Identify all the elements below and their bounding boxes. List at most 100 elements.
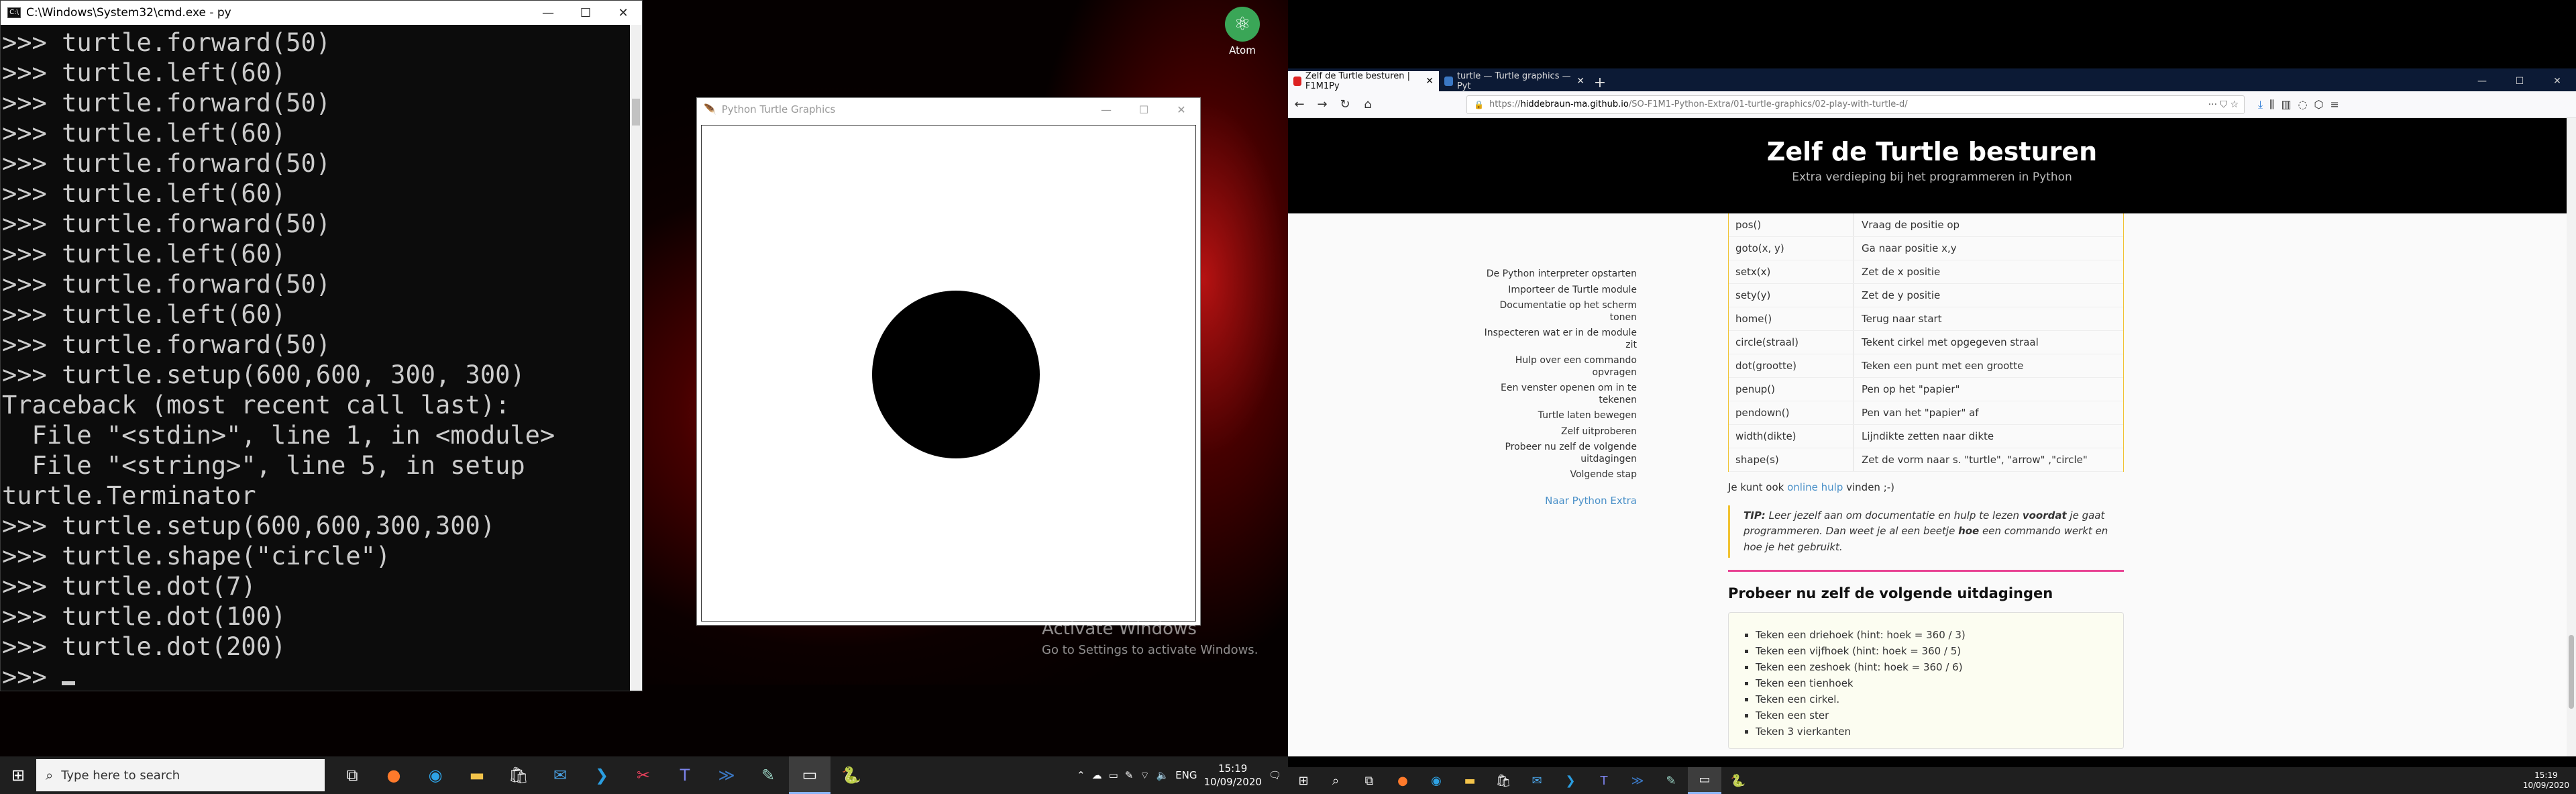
cmd-taskbar-icon[interactable]: ▭ — [1688, 767, 1721, 794]
firefox-icon[interactable]: ● — [1386, 767, 1419, 794]
windows-start-icon[interactable]: ⊞ — [0, 756, 36, 794]
console-line: >>> turtle.dot(200) — [2, 632, 286, 661]
powershell-icon[interactable]: ≫ — [1621, 767, 1654, 794]
reload-icon[interactable]: ↻ — [1334, 97, 1356, 111]
toc-item[interactable]: Probeer nu zelf de volgende uitdagingen — [1476, 442, 1637, 465]
maximize-button[interactable]: ☐ — [567, 1, 604, 25]
edge-icon[interactable]: ◉ — [1419, 767, 1453, 794]
toc-item[interactable]: De Python interpreter opstarten — [1476, 268, 1637, 281]
cloud-icon[interactable]: ☁ — [1092, 769, 1102, 781]
menu-icon[interactable]: ≡ — [2330, 98, 2339, 111]
notification-icon[interactable]: 🗨 — [1269, 769, 1281, 781]
toc-item[interactable]: Documentatie op het scherm tonen — [1476, 300, 1637, 324]
turtle-graphics-window[interactable]: 🪶 Python Turtle Graphics — ☐ ✕ — [696, 97, 1201, 626]
page-actions-icon[interactable]: ··· — [2208, 99, 2217, 110]
notepad-icon[interactable]: ✎ — [1654, 767, 1688, 794]
vscode-icon[interactable]: ❯ — [581, 756, 623, 794]
scrollbar-thumb[interactable] — [632, 99, 640, 126]
account-icon[interactable]: ◌ — [2298, 98, 2308, 111]
console-line: turtle.Terminator — [2, 481, 256, 510]
task-view-icon[interactable]: ⧉ — [331, 756, 373, 794]
toc-item[interactable]: Hulp over een commando opvragen — [1476, 355, 1637, 379]
store-icon[interactable]: 🛍 — [1487, 767, 1520, 794]
toc-item[interactable]: Inspecteren wat er in de module zit — [1476, 328, 1637, 351]
tip-callout: TIP: Leer jezelf aan om documentatie en … — [1728, 505, 2124, 558]
toc-back-link[interactable]: Naar Python Extra — [1476, 495, 1637, 507]
minimize-button[interactable]: — — [529, 1, 567, 25]
downloads-icon[interactable]: ⤓ — [2258, 98, 2263, 111]
turtle-canvas[interactable] — [701, 125, 1196, 622]
firefox-window[interactable]: Zelf de Turtle besturen | F1M1Py ✕ turtl… — [1288, 68, 2576, 756]
notepad-icon[interactable]: ✎ — [747, 756, 789, 794]
description-cell: Pen op het "papier" — [1862, 383, 1960, 395]
online-help-link[interactable]: online hulp — [1787, 481, 1843, 493]
library-icon[interactable]: ⫼ — [2269, 98, 2274, 111]
file-explorer-icon[interactable]: ▬ — [456, 756, 498, 794]
clock[interactable]: 15:19 10/09/2020 — [2523, 771, 2569, 791]
minimize-button[interactable]: — — [1087, 97, 1125, 121]
minimize-button[interactable]: — — [2463, 71, 2501, 91]
vscode-icon[interactable]: ❯ — [1554, 767, 1587, 794]
tab-zelf-de-turtle[interactable]: Zelf de Turtle besturen | F1M1Py ✕ — [1288, 71, 1439, 91]
mail-icon[interactable]: ✉ — [539, 756, 581, 794]
atom-desktop-shortcut[interactable]: ⚛ Atom — [1216, 7, 1269, 56]
forward-icon[interactable]: → — [1311, 97, 1334, 111]
tab-turtle-docs[interactable]: turtle — Turtle graphics — Pyt ✕ — [1439, 71, 1590, 91]
toc-item[interactable]: Een venster openen om in te tekenen — [1476, 383, 1637, 406]
search-box[interactable]: ⌕ Type here to search — [36, 759, 325, 791]
search-icon[interactable]: ⌕ — [1319, 767, 1352, 794]
close-button[interactable]: ✕ — [2538, 71, 2576, 91]
file-explorer-icon[interactable]: ▬ — [1453, 767, 1487, 794]
pocket-icon[interactable]: ⛉ — [2220, 99, 2227, 110]
teams-icon[interactable]: T — [1587, 767, 1621, 794]
close-button[interactable]: ✕ — [1163, 97, 1200, 121]
tab-close-icon[interactable]: ✕ — [1576, 76, 1585, 87]
volume-icon[interactable]: 🔈 — [1156, 769, 1169, 781]
console-output[interactable]: >>> turtle.forward(50) >>> turtle.left(60… — [1, 25, 630, 691]
mail-icon[interactable]: ✉ — [1520, 767, 1554, 794]
toc-item[interactable]: Volgende stap — [1476, 469, 1637, 481]
store-icon[interactable]: 🛍 — [498, 756, 539, 794]
close-button[interactable]: ✕ — [604, 1, 642, 25]
cmd-window[interactable]: C:\ C:\Windows\System32\cmd.exe - py — ☐… — [0, 0, 643, 691]
cmd-taskbar-icon[interactable]: ▭ — [789, 756, 830, 794]
cmd-scrollbar[interactable] — [630, 25, 642, 691]
maximize-button[interactable]: ☐ — [1125, 97, 1163, 121]
page-scrollbar[interactable] — [2567, 118, 2576, 756]
tab-label: turtle — Turtle graphics — Pyt — [1456, 71, 1571, 91]
back-icon[interactable]: ← — [1288, 97, 1311, 111]
wifi-icon[interactable]: ⌔ — [1140, 769, 1149, 782]
scrollbar-thumb[interactable] — [2569, 635, 2574, 709]
python-turtle-taskbar-icon[interactable]: 🐍 — [830, 756, 872, 794]
console-line: >>> turtle.setup(600,600, 300, 300) — [2, 360, 525, 389]
turtle-titlebar[interactable]: 🪶 Python Turtle Graphics — ☐ ✕ — [697, 98, 1200, 121]
toc-item[interactable]: Turtle laten bewegen — [1476, 410, 1637, 422]
edge-icon[interactable]: ◉ — [415, 756, 456, 794]
battery-icon[interactable]: ▭ — [1109, 769, 1118, 781]
list-item: Teken 3 vierkanten — [1756, 726, 2110, 738]
language-indicator[interactable]: ENG — [1175, 769, 1197, 781]
pen-icon[interactable]: ✎ — [1125, 769, 1134, 781]
toc-item[interactable]: Zelf uitproberen — [1476, 426, 1637, 438]
windows-start-icon[interactable]: ⊞ — [1288, 767, 1319, 794]
maximize-button[interactable]: ☐ — [2501, 71, 2538, 91]
description-cell: Zet de vorm naar s. "turtle", "arrow" ,"… — [1862, 454, 2088, 466]
powershell-icon[interactable]: ≫ — [706, 756, 747, 794]
firefox-icon[interactable]: ● — [373, 756, 415, 794]
url-bar[interactable]: 🔒 https:// hiddebraun-ma.github.io /SO-F… — [1466, 95, 2245, 114]
sidebar-icon[interactable]: ▥ — [2281, 98, 2291, 111]
task-view-icon[interactable]: ⧉ — [1352, 767, 1386, 794]
teams-icon[interactable]: T — [664, 756, 706, 794]
console-prompt-line[interactable]: >>> — [2, 662, 630, 691]
chevron-up-icon[interactable]: ⌃ — [1077, 769, 1085, 781]
screenshot-tool-icon[interactable]: ✂ — [623, 756, 664, 794]
tab-close-icon[interactable]: ✕ — [1426, 76, 1434, 87]
bookmark-star-icon[interactable]: ☆ — [2230, 99, 2239, 110]
extension-icon[interactable]: ⬡ — [2314, 98, 2324, 111]
toc-item[interactable]: Importeer de Turtle module — [1476, 285, 1637, 297]
cmd-titlebar[interactable]: C:\ C:\Windows\System32\cmd.exe - py — ☐… — [1, 1, 642, 25]
home-icon[interactable]: ⌂ — [1356, 97, 1379, 111]
python-turtle-taskbar-icon[interactable]: 🐍 — [1721, 767, 1755, 794]
clock[interactable]: 15:19 10/09/2020 — [1203, 762, 1261, 789]
new-tab-button[interactable]: + — [1590, 75, 1610, 91]
